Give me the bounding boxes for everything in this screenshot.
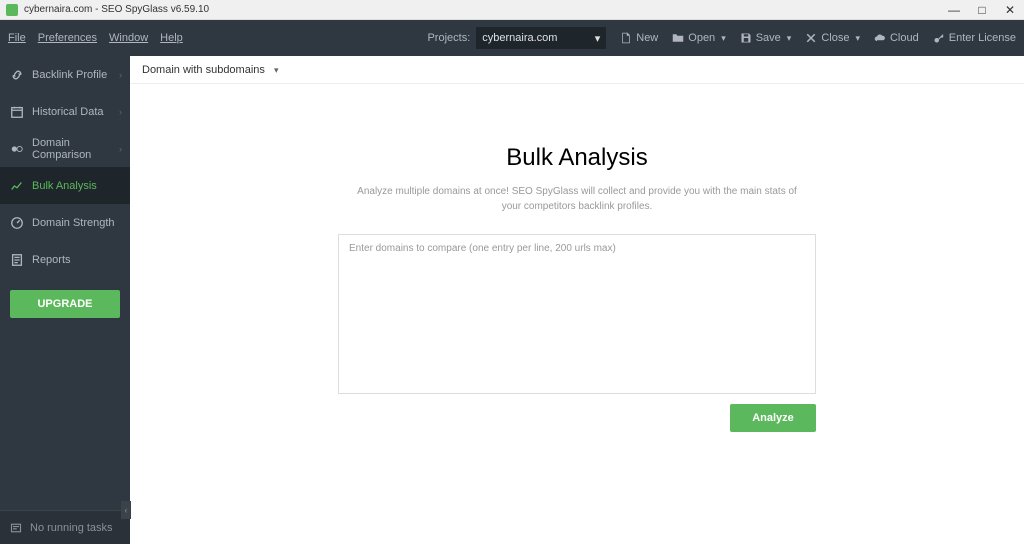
chevron-down-icon: ▾ xyxy=(274,65,279,75)
upgrade-button[interactable]: UPGRADE xyxy=(10,290,120,318)
projects-label: Projects: xyxy=(427,32,470,44)
chevron-down-icon: ▾ xyxy=(855,33,860,44)
sidebar-item-backlink-profile[interactable]: Backlink Profile › xyxy=(0,56,130,93)
menu-preferences[interactable]: Preferences xyxy=(38,32,97,44)
chevron-right-icon: › xyxy=(119,70,122,80)
document-icon xyxy=(620,32,632,44)
minimize-button[interactable]: — xyxy=(946,3,962,17)
menu-help[interactable]: Help xyxy=(160,32,183,44)
sidebar: Backlink Profile › Historical Data › Dom… xyxy=(0,56,130,544)
cloud-button[interactable]: Cloud xyxy=(874,32,919,44)
sidebar-item-bulk-analysis[interactable]: Bulk Analysis xyxy=(0,167,130,204)
running-tasks-label: No running tasks xyxy=(30,522,113,534)
sidebar-item-reports[interactable]: Reports xyxy=(0,241,130,278)
maximize-button[interactable]: □ xyxy=(974,3,990,17)
folder-open-icon xyxy=(672,32,684,44)
document-icon xyxy=(10,253,24,267)
content-area: Domain with subdomains ▾ Bulk Analysis A… xyxy=(130,56,1024,544)
menubar: File Preferences Window Help Projects: c… xyxy=(0,20,1024,56)
save-button[interactable]: Save ▾ xyxy=(740,32,792,44)
domains-textarea[interactable] xyxy=(338,234,816,394)
close-button[interactable]: Close ▾ xyxy=(805,32,860,44)
save-icon xyxy=(740,32,752,44)
chevron-down-icon: ▾ xyxy=(721,33,726,44)
sidebar-item-label: Historical Data xyxy=(32,106,104,118)
project-selected-value: cybernaira.com xyxy=(482,32,557,44)
tasks-icon xyxy=(10,522,22,534)
menu-file[interactable]: File xyxy=(8,32,26,44)
sidebar-item-domain-strength[interactable]: Domain Strength xyxy=(0,204,130,241)
link-icon xyxy=(10,68,24,82)
compare-icon xyxy=(10,142,24,156)
cloud-icon xyxy=(874,32,886,44)
analyze-button[interactable]: Analyze xyxy=(730,404,816,432)
menu-window[interactable]: Window xyxy=(109,32,148,44)
content-toolbar: Domain with subdomains ▾ xyxy=(130,56,1024,84)
sidebar-item-label: Reports xyxy=(32,254,71,266)
chevron-down-icon: ▾ xyxy=(787,33,792,44)
chevron-down-icon: ▾ xyxy=(595,32,601,45)
sidebar-item-label: Domain Strength xyxy=(32,217,115,229)
gauge-icon xyxy=(10,216,24,230)
chevron-right-icon: › xyxy=(119,107,122,117)
page-subtitle: Analyze multiple domains at once! SEO Sp… xyxy=(347,184,807,214)
sidebar-item-label: Domain Comparison xyxy=(32,137,120,161)
close-window-button[interactable]: ✕ xyxy=(1002,3,1018,17)
calendar-icon xyxy=(10,105,24,119)
close-icon xyxy=(805,32,817,44)
domain-mode-select[interactable]: Domain with subdomains ▾ xyxy=(142,64,278,76)
project-select[interactable]: cybernaira.com ▾ xyxy=(476,27,606,49)
window-title: cybernaira.com - SEO SpyGlass v6.59.10 xyxy=(24,4,946,15)
key-icon xyxy=(933,32,945,44)
chevron-right-icon: › xyxy=(119,144,122,154)
chart-icon xyxy=(10,179,24,193)
page-title: Bulk Analysis xyxy=(506,144,647,172)
sidebar-item-label: Backlink Profile xyxy=(32,69,107,81)
sidebar-footer: No running tasks ‹ xyxy=(0,510,130,544)
titlebar: cybernaira.com - SEO SpyGlass v6.59.10 —… xyxy=(0,0,1024,20)
content-main: Bulk Analysis Analyze multiple domains a… xyxy=(130,84,1024,544)
open-button[interactable]: Open ▾ xyxy=(672,32,725,44)
new-button[interactable]: New xyxy=(620,32,658,44)
sidebar-item-domain-comparison[interactable]: Domain Comparison › xyxy=(0,130,130,167)
menu-items: File Preferences Window Help xyxy=(8,32,183,44)
window-controls: — □ ✕ xyxy=(946,3,1018,17)
enter-license-button[interactable]: Enter License xyxy=(933,32,1016,44)
sidebar-item-label: Bulk Analysis xyxy=(32,180,97,192)
sidebar-toggle[interactable]: ‹ xyxy=(121,501,131,519)
app-icon xyxy=(6,4,18,16)
sidebar-item-historical-data[interactable]: Historical Data › xyxy=(0,93,130,130)
